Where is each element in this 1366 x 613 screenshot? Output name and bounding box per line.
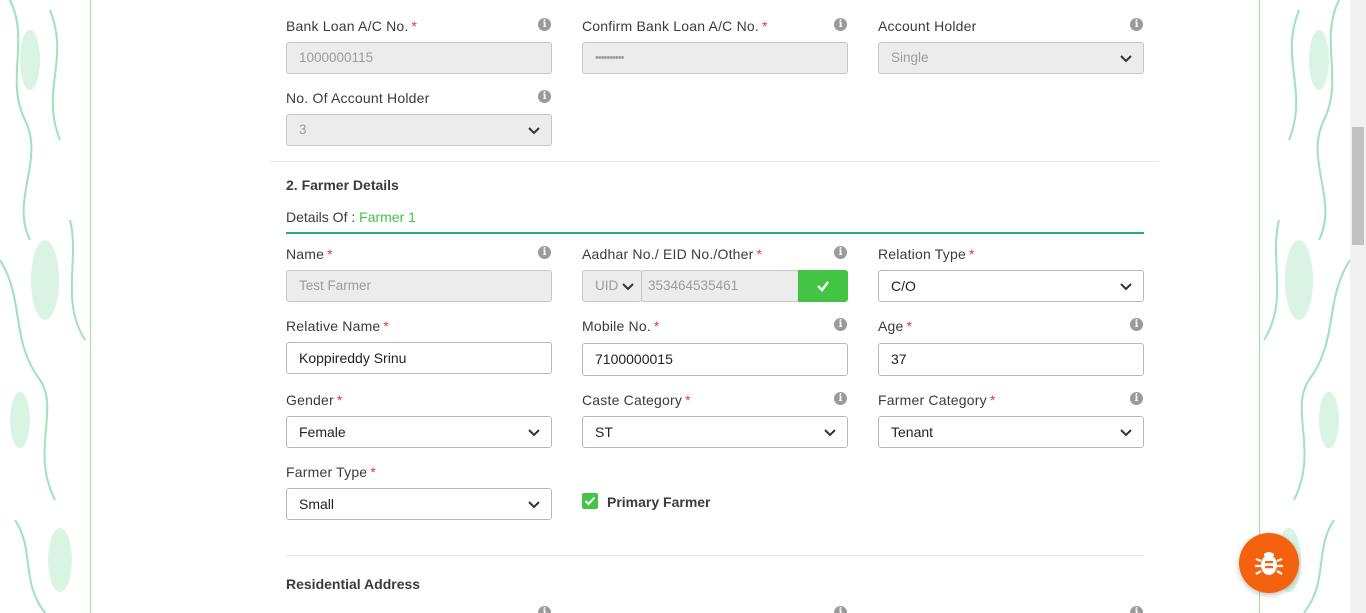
num-account-holder-label: No. Of Account Holder	[286, 90, 430, 106]
relative-name-label: Relative Name *	[286, 318, 390, 334]
info-icon[interactable]: i	[1130, 392, 1143, 405]
check-icon	[584, 496, 596, 506]
relation-type-label: Relation Type *	[878, 246, 975, 262]
chevron-down-icon	[1120, 55, 1132, 63]
scrollbar-thumb[interactable]	[1352, 127, 1364, 245]
mobile-input[interactable]: 7100000015	[582, 343, 848, 376]
bank-loan-ac-label: Bank Loan A/C No. *	[286, 18, 418, 34]
farmer-category-label: Farmer Category *	[878, 392, 996, 408]
id-type-select[interactable]: UID	[582, 270, 642, 302]
info-icon[interactable]: i	[538, 606, 551, 613]
corn-decoration-right	[1259, 0, 1350, 613]
relation-type-select[interactable]: C/O	[878, 270, 1144, 302]
farmer-type-label: Farmer Type *	[286, 464, 376, 480]
confirm-bank-loan-ac-input[interactable]: ••••••••••	[582, 42, 848, 74]
info-icon[interactable]: i	[1130, 318, 1143, 331]
primary-farmer-label: Primary Farmer	[607, 494, 711, 510]
mobile-label: Mobile No. *	[582, 318, 660, 334]
residential-address-title: Residential Address	[286, 576, 421, 592]
info-icon[interactable]: i	[1130, 606, 1143, 613]
farmer-details-title: 2. Farmer Details	[286, 177, 399, 193]
info-icon[interactable]: i	[834, 606, 847, 613]
caste-category-label: Caste Category *	[582, 392, 691, 408]
name-input[interactable]: Test Farmer	[286, 270, 552, 302]
aadhar-label: Aadhar No./ EID No./Other *	[582, 246, 763, 262]
aadhar-input[interactable]: 353464535461	[641, 270, 799, 302]
chevron-down-icon	[528, 501, 540, 509]
caste-category-select[interactable]: ST	[582, 416, 848, 448]
info-icon[interactable]: i	[1130, 18, 1143, 31]
info-icon[interactable]: i	[834, 392, 847, 405]
info-icon[interactable]: i	[834, 318, 847, 331]
age-label: Age *	[878, 318, 913, 334]
chevron-down-icon	[528, 127, 540, 135]
chevron-down-icon	[528, 429, 540, 437]
info-icon[interactable]: i	[538, 18, 551, 31]
confirm-bank-loan-ac-label: Confirm Bank Loan A/C No. *	[582, 18, 768, 34]
check-icon	[817, 281, 829, 292]
details-of: Details Of : Farmer 1	[286, 209, 416, 225]
bug-report-button[interactable]	[1239, 533, 1299, 593]
primary-farmer-checkbox[interactable]	[582, 493, 598, 509]
info-icon[interactable]: i	[834, 18, 847, 31]
chevron-down-icon	[622, 283, 634, 291]
account-holder-label: Account Holder	[878, 18, 977, 34]
num-account-holder-select[interactable]: 3	[286, 114, 552, 146]
info-icon[interactable]: i	[834, 246, 847, 259]
farmer-type-select[interactable]: Small	[286, 488, 552, 520]
farmer-tab-underline	[286, 232, 1144, 234]
gender-label: Gender *	[286, 392, 343, 408]
verify-button[interactable]	[798, 270, 848, 302]
farmer-category-select[interactable]: Tenant	[878, 416, 1144, 448]
info-icon[interactable]: i	[538, 90, 551, 103]
info-icon[interactable]: i	[538, 246, 551, 259]
chevron-down-icon	[1120, 283, 1132, 291]
page-scrollbar[interactable]	[1350, 0, 1366, 613]
bank-loan-ac-input[interactable]: 1000000115	[286, 42, 552, 74]
account-holder-select[interactable]: Single	[878, 42, 1144, 74]
section-divider	[286, 555, 1144, 556]
form-panel	[90, 0, 1260, 613]
gender-select[interactable]: Female	[286, 416, 552, 448]
relative-name-input[interactable]: Koppireddy Srinu	[286, 342, 552, 374]
corn-decoration-left	[0, 0, 92, 613]
section-divider	[270, 161, 1159, 162]
chevron-down-icon	[1120, 429, 1132, 437]
chevron-down-icon	[824, 429, 836, 437]
name-label: Name *	[286, 246, 333, 262]
age-input[interactable]: 37	[878, 343, 1144, 376]
bug-icon	[1255, 552, 1283, 575]
